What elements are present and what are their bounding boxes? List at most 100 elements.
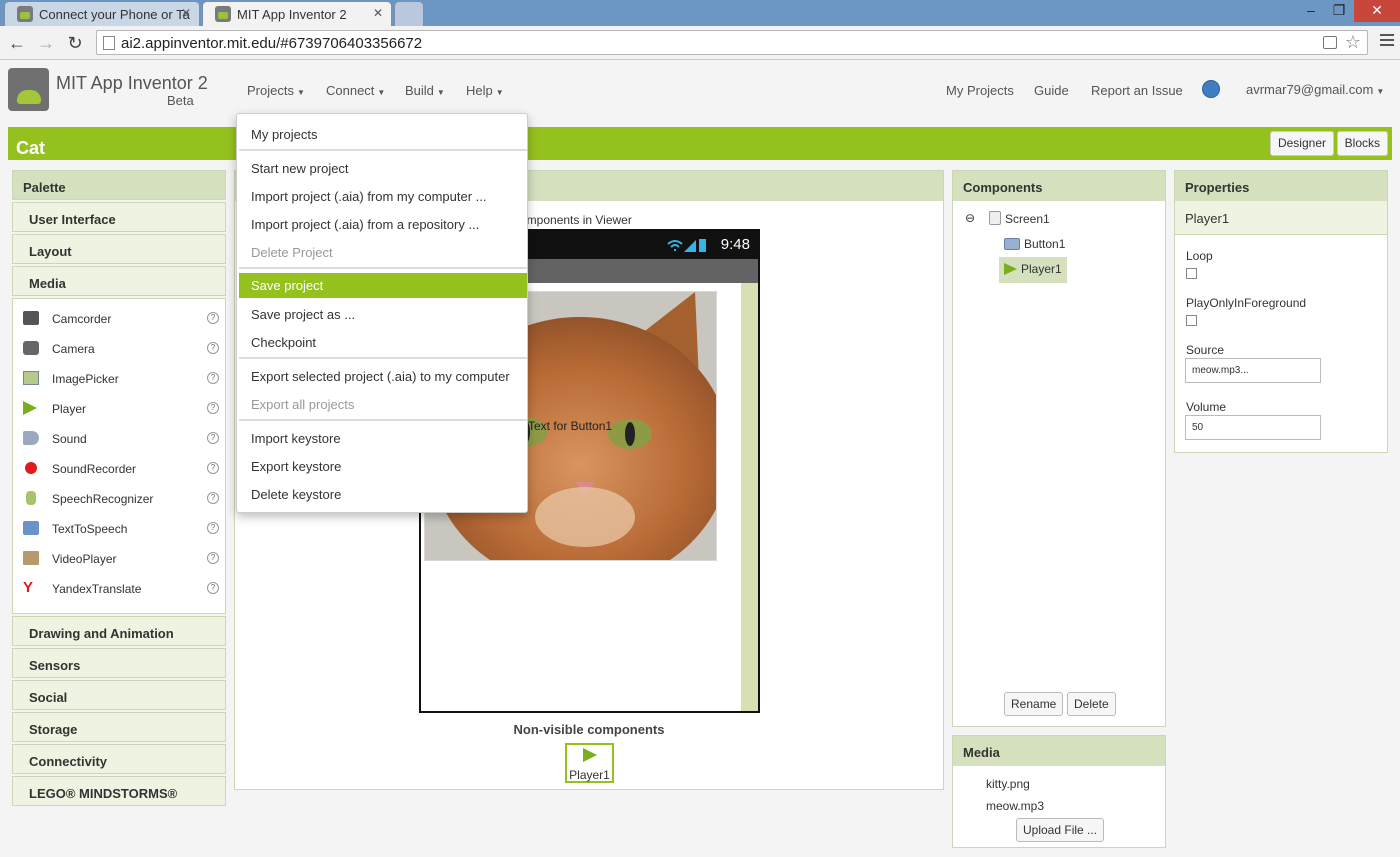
palette-category-user-interface[interactable]: User Interface — [12, 202, 226, 232]
palette-item-player[interactable]: Player ? — [13, 393, 225, 423]
palette-category-layout[interactable]: Layout — [12, 234, 226, 264]
rename-button[interactable]: Rename — [1004, 692, 1064, 716]
loop-checkbox[interactable] — [1186, 268, 1197, 279]
menu-item-export-selected-project[interactable]: Export selected project (.aia) to my com… — [239, 364, 527, 389]
palette-category-connectivity[interactable]: Connectivity — [12, 744, 226, 774]
menu-connect[interactable]: Connect ▼ — [326, 83, 385, 98]
menu-item-export-all-projects: Export all projects — [251, 397, 355, 412]
palette-item-sound[interactable]: Sound ? — [13, 423, 225, 453]
menu-item-delete-keystore[interactable]: Delete keystore — [239, 482, 527, 507]
palette-item-camcorder[interactable]: Camcorder ? — [13, 303, 225, 333]
tree-item-screen1[interactable]: Screen1 — [989, 211, 1050, 226]
close-tab-icon[interactable]: ✕ — [373, 6, 383, 20]
tab-title: Connect your Phone or Ta — [39, 7, 190, 22]
language-globe-icon[interactable] — [1202, 80, 1220, 98]
browser-menu-icon[interactable] — [1380, 34, 1394, 48]
minimize-window-icon[interactable]: – — [1296, 0, 1326, 22]
help-icon[interactable]: ? — [207, 552, 219, 564]
palette-item-yandextranslate[interactable]: Y YandexTranslate ? — [13, 573, 225, 603]
palette-item-label: Camcorder — [52, 312, 112, 326]
caret-down-icon: ▼ — [495, 88, 504, 97]
menu-projects[interactable]: Projects ▼ — [247, 83, 305, 98]
palette-item-speechrecognizer[interactable]: SpeechRecognizer ? — [13, 483, 225, 513]
app-inventor-logo-icon[interactable] — [8, 68, 49, 111]
menu-help[interactable]: Help ▼ — [466, 83, 504, 98]
media-file-kitty[interactable]: kitty.png — [986, 777, 1030, 791]
speechrecognizer-icon — [26, 491, 36, 505]
palette-category-media[interactable]: Media — [12, 266, 226, 296]
close-tab-icon[interactable]: ✕ — [181, 6, 191, 20]
playonlyinforeground-label: PlayOnlyInForeground — [1186, 296, 1307, 310]
menu-item-save-project[interactable]: Save project — [239, 273, 527, 298]
nonvisible-components-title: Non-visible components — [513, 722, 665, 737]
playonlyinforeground-checkbox[interactable] — [1186, 315, 1197, 326]
media-file-meow[interactable]: meow.mp3 — [986, 799, 1044, 813]
help-icon[interactable]: ? — [207, 372, 219, 384]
menu-build[interactable]: Build ▼ — [405, 83, 445, 98]
help-icon[interactable]: ? — [207, 582, 219, 594]
bookmark-star-icon[interactable]: ☆ — [1345, 32, 1361, 53]
link-guide[interactable]: Guide — [1034, 83, 1069, 98]
palette-title: Palette — [12, 170, 226, 200]
help-icon[interactable]: ? — [207, 342, 219, 354]
project-name: Cat — [16, 138, 46, 158]
palette-item-imagepicker[interactable]: ImagePicker ? — [13, 363, 225, 393]
close-window-icon[interactable]: ✕ — [1354, 0, 1400, 22]
tree-item-button1[interactable]: Button1 — [1004, 237, 1065, 251]
menu-item-import-keystore[interactable]: Import keystore — [239, 426, 527, 451]
page-icon — [103, 36, 115, 50]
translate-icon[interactable] — [1323, 36, 1337, 49]
palette-item-videoplayer[interactable]: VideoPlayer ? — [13, 543, 225, 573]
tree-collapse-icon[interactable]: ⊖ — [965, 211, 975, 225]
url-text[interactable]: ai2.appinventor.mit.edu/#673970640335667… — [121, 35, 422, 52]
help-icon[interactable]: ? — [207, 462, 219, 474]
address-bar[interactable]: ai2.appinventor.mit.edu/#673970640335667… — [96, 30, 1368, 55]
new-tab-button[interactable] — [394, 1, 424, 26]
restore-window-icon[interactable]: ❐ — [1324, 0, 1354, 22]
link-my-projects[interactable]: My Projects — [946, 83, 1014, 98]
palette-item-camera[interactable]: Camera ? — [13, 333, 225, 363]
source-field[interactable]: meow.mp3... — [1185, 358, 1321, 383]
palette-category-storage[interactable]: Storage — [12, 712, 226, 742]
link-report-issue[interactable]: Report an Issue — [1091, 83, 1183, 98]
palette-category-social[interactable]: Social — [12, 680, 226, 710]
palette-category-lego-mindstorms[interactable]: LEGO® MINDSTORMS® — [12, 776, 226, 806]
palette-item-texttospeech[interactable]: TextToSpeech ? — [13, 513, 225, 543]
menu-item-save-project-as[interactable]: Save project as ... — [239, 302, 527, 327]
upload-file-button[interactable]: Upload File ... — [1016, 818, 1105, 842]
forward-icon[interactable]: → — [35, 32, 57, 54]
menu-item-export-keystore[interactable]: Export keystore — [239, 454, 527, 479]
blocks-button[interactable]: Blocks — [1336, 131, 1388, 156]
help-icon[interactable]: ? — [207, 432, 219, 444]
nonvisible-player1[interactable]: Player1 — [565, 743, 614, 783]
palette-item-soundrecorder[interactable]: SoundRecorder ? — [13, 453, 225, 483]
menu-separator — [239, 357, 527, 359]
tree-item-player1[interactable]: Player1 — [999, 257, 1067, 283]
soundrecorder-icon — [25, 462, 37, 474]
help-icon[interactable]: ? — [207, 492, 219, 504]
menu-separator — [239, 267, 527, 269]
browser-tab-connect[interactable]: Connect your Phone or Ta ✕ — [4, 1, 200, 26]
menu-item-import-from-computer[interactable]: Import project (.aia) from my computer .… — [239, 184, 527, 209]
menu-item-delete-project: Delete Project — [251, 245, 333, 260]
menu-item-checkpoint[interactable]: Checkpoint — [239, 330, 527, 355]
reload-icon[interactable]: ↻ — [64, 32, 86, 54]
menu-item-my-projects[interactable]: My projects — [239, 122, 527, 147]
menu-item-start-new-project[interactable]: Start new project — [239, 156, 527, 181]
caret-down-icon: ▼ — [436, 88, 445, 97]
designer-button[interactable]: Designer — [1269, 131, 1334, 156]
help-icon[interactable]: ? — [207, 522, 219, 534]
button1-preview[interactable]: Text for Button1 — [528, 419, 612, 433]
volume-field[interactable]: 50 — [1185, 415, 1321, 440]
player-icon — [1004, 263, 1017, 275]
palette-category-sensors[interactable]: Sensors — [12, 648, 226, 678]
help-icon[interactable]: ? — [207, 312, 219, 324]
back-icon[interactable]: ← — [6, 32, 28, 54]
menu-item-import-from-repository[interactable]: Import project (.aia) from a repository … — [239, 212, 527, 237]
palette-category-drawing-animation[interactable]: Drawing and Animation — [12, 616, 226, 646]
user-account-menu[interactable]: avrmar79@gmail.com ▼ — [1246, 82, 1384, 97]
volume-label: Volume — [1186, 400, 1227, 414]
help-icon[interactable]: ? — [207, 402, 219, 414]
browser-tab-app-inventor[interactable]: MIT App Inventor 2 ✕ — [202, 1, 392, 26]
delete-button[interactable]: Delete — [1067, 692, 1116, 716]
